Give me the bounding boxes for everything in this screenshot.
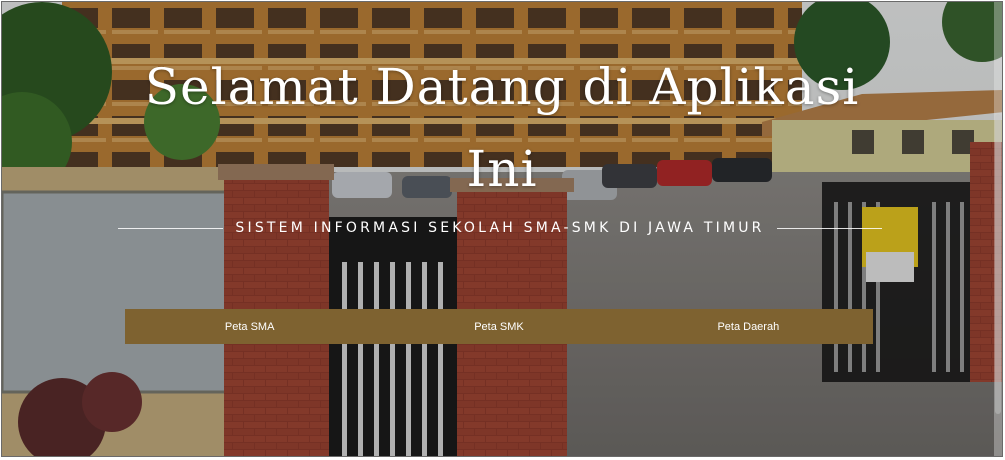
peta-smk-button[interactable]: Peta SMK: [374, 309, 623, 344]
map-nav-bar: Peta SMA Peta SMK Peta Daerah: [125, 309, 873, 344]
subtitle-right-rule: [776, 227, 883, 229]
hero-subtitle-row: SISTEM INFORMASI SEKOLAH SMA-SMK DI JAWA…: [118, 216, 883, 240]
subtitle-left-rule: [118, 227, 224, 229]
peta-sma-button[interactable]: Peta SMA: [125, 309, 374, 344]
peta-daerah-button[interactable]: Peta Daerah: [624, 309, 873, 344]
hero-title: Selamat Datang di Aplikasi Ini: [144, 58, 860, 198]
hero-subtitle: SISTEM INFORMASI SEKOLAH SMA-SMK DI JAWA…: [235, 220, 765, 236]
vertical-scrollbar[interactable]: [994, 2, 1002, 456]
hero-section: Selamat Datang di Aplikasi Ini SISTEM IN…: [2, 2, 1002, 456]
browser-viewport: Selamat Datang di Aplikasi Ini SISTEM IN…: [1, 1, 1003, 457]
scrollbar-thumb[interactable]: [995, 114, 1001, 414]
